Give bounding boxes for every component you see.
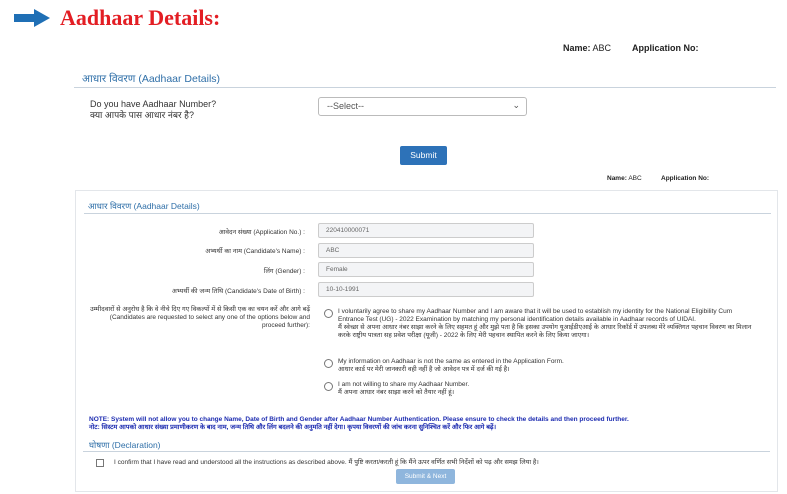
application-no-info: Application No: <box>632 43 699 53</box>
candidate-name-field: ABC <box>318 243 534 258</box>
dob-label: अभ्यर्थी की जन्म तिथि (Candidate's Date … <box>171 288 305 295</box>
declaration-text: I confirm that I have read and understoo… <box>114 459 539 466</box>
submit-next-button[interactable]: Submit & Next <box>396 469 455 484</box>
declaration-checkbox[interactable] <box>96 459 104 467</box>
aadhaar-question: Do you have Aadhaar Number? क्या आपके पा… <box>90 99 217 120</box>
application-no-info-2: Application No: <box>661 175 710 182</box>
gender-field: Female <box>318 262 534 277</box>
gender-label: लिंग (Gender) : <box>263 268 305 275</box>
option-3: I am not willing to share my Aadhaar Num… <box>338 381 470 396</box>
page-heading: Aadhaar Details: <box>14 4 220 32</box>
dob-field: 10-10-1991 <box>318 282 534 297</box>
name-info-2: Name: ABC <box>607 175 642 182</box>
application-no-label: आवेदन संख्या (Application No.) : <box>218 229 305 236</box>
note-text: NOTE: System will not allow you to chang… <box>89 416 629 431</box>
submit-button[interactable]: Submit <box>400 146 447 165</box>
option-2: My information on Aadhaar is not the sam… <box>338 358 564 373</box>
chevron-down-icon: ⌄ <box>512 100 520 110</box>
option-2-radio[interactable] <box>324 359 333 368</box>
option-1-radio[interactable] <box>324 309 333 318</box>
divider <box>84 213 771 214</box>
divider <box>83 451 770 452</box>
heading-text: Aadhaar Details: <box>60 5 221 30</box>
panel-title: आधार विवरण (Aadhaar Details) <box>82 73 221 85</box>
option-3-radio[interactable] <box>324 382 333 391</box>
options-instruction: उम्मीदवारों से अनुरोध है कि वे नीचे दिए … <box>90 306 310 330</box>
arrow-right-icon <box>14 9 50 27</box>
divider <box>74 87 776 88</box>
option-1: I voluntarily agree to share my Aadhaar … <box>338 308 752 339</box>
candidate-name-label: अभ्यर्थी का नाम (Candidate's Name) : <box>205 248 305 255</box>
name-info: Name: ABC <box>563 43 612 53</box>
panel-title: आधार विवरण (Aadhaar Details) <box>88 201 200 211</box>
aadhaar-select[interactable]: --Select-- ⌄ <box>318 97 527 116</box>
application-no-field: 220410000071 <box>318 223 534 238</box>
declaration-title: घोषणा (Declaration) <box>89 440 161 450</box>
